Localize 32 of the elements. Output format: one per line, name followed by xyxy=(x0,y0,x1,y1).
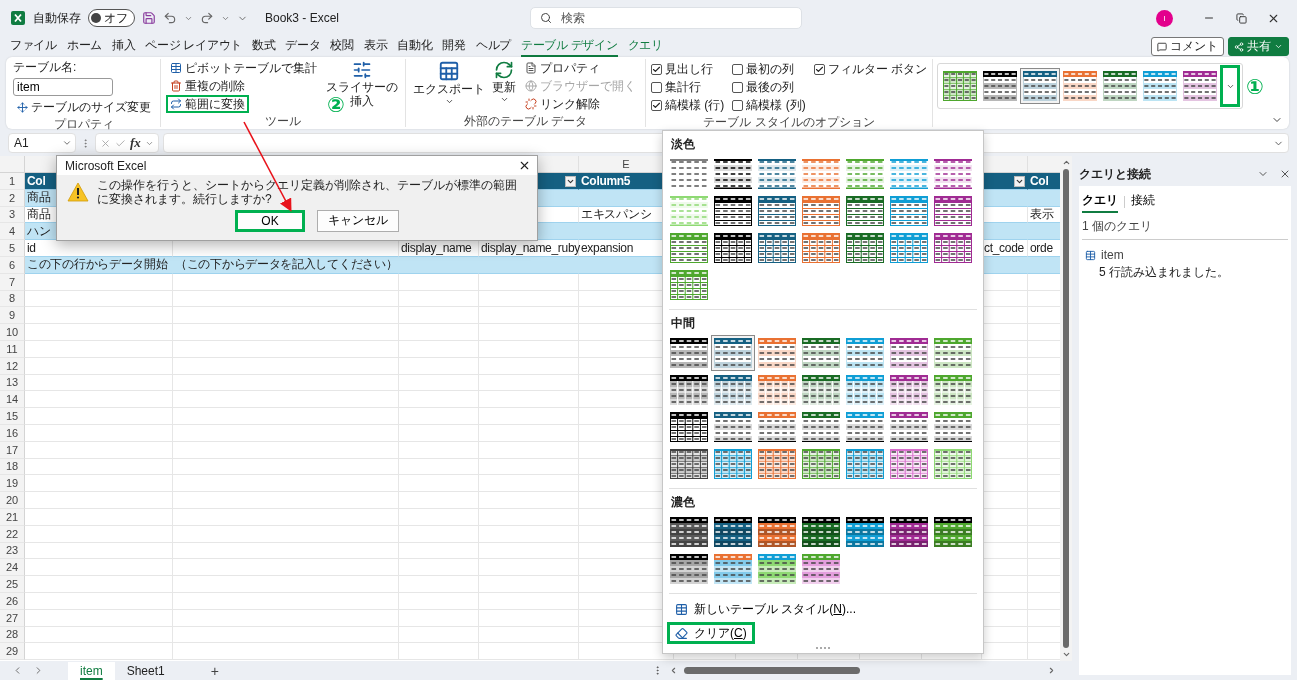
row-number: 14 xyxy=(0,391,25,409)
row-number: 5 xyxy=(0,240,25,257)
table-cell: この下の行からデータ開始 xyxy=(25,257,173,274)
row-number: 19 xyxy=(0,475,25,493)
section-title: 濃色 xyxy=(670,494,696,511)
row-number: 10 xyxy=(0,324,25,341)
row-number: 20 xyxy=(0,492,25,509)
section-title: 淡色 xyxy=(670,136,696,153)
group-title: テーブル スタイルのオプション xyxy=(702,114,876,129)
group-title: プロパティ xyxy=(53,116,115,131)
query-status: 5 行読み込まれました。 xyxy=(1098,264,1230,281)
field-label: テーブル名: xyxy=(13,59,78,76)
group-title: ツール xyxy=(264,113,302,128)
group-title: 外部のテーブル データ xyxy=(462,113,589,128)
dialog-title: Microsoft Excel xyxy=(65,158,147,173)
row-number: 29 xyxy=(0,643,25,661)
column-header: E xyxy=(622,158,630,170)
row-number: 4 xyxy=(0,223,25,241)
window-title: Book3 - Excel xyxy=(265,11,340,25)
panel-title: クエリと接続 xyxy=(1079,165,1151,183)
step-number: ① xyxy=(1246,75,1264,97)
row-number: 25 xyxy=(0,576,25,593)
query-name: item xyxy=(1101,248,1124,262)
table-cell: （この下からデータを記入してください） xyxy=(173,257,399,274)
autosave-label: 自動保存 xyxy=(33,9,81,27)
row-number: 1 xyxy=(0,173,25,190)
row-number: 9 xyxy=(0,307,25,325)
row-number: 15 xyxy=(0,408,25,425)
row-number: 24 xyxy=(0,559,25,577)
step-number: ② xyxy=(327,93,345,115)
query-count: 1 個のクエリ xyxy=(1082,213,1288,240)
section-title: 中間 xyxy=(670,315,696,332)
